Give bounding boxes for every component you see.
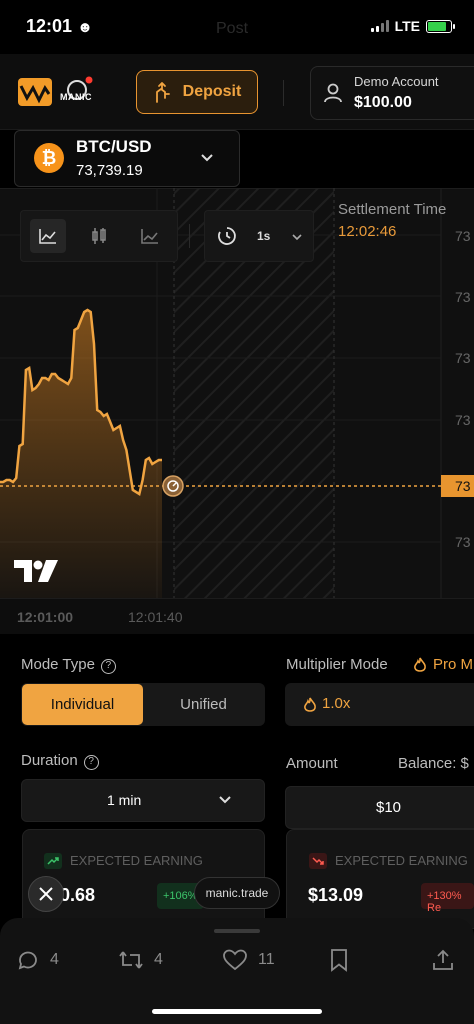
- reply-icon: [18, 951, 37, 970]
- expected-earning-label: EXPECTED EARNING: [70, 853, 203, 868]
- smiley-icon: ☻: [77, 19, 93, 36]
- trend-up-icon: [44, 853, 62, 869]
- price-tick: 73: [455, 228, 471, 244]
- flame-icon: [304, 697, 316, 712]
- duration-label: Duration?: [21, 752, 99, 770]
- status-indicators: LTE: [370, 18, 455, 34]
- header-divider: [283, 80, 284, 106]
- trend-down-icon: [309, 853, 327, 869]
- time-tick: 12:01:00: [17, 609, 74, 625]
- help-icon[interactable]: ?: [100, 659, 116, 674]
- bookmark-action[interactable]: [328, 948, 350, 972]
- reply-count: 4: [50, 951, 59, 968]
- brand-name: MANIC: [60, 92, 92, 102]
- pro-mode-label[interactable]: Pro M: [433, 656, 473, 673]
- amount-label: Amount: [286, 755, 338, 772]
- duration-value: 1 min: [107, 792, 142, 808]
- repost-icon: [119, 951, 143, 969]
- repost-count: 4: [154, 951, 163, 968]
- domain-pill[interactable]: manic.trade: [194, 877, 280, 909]
- wave-logo-icon[interactable]: [18, 78, 52, 106]
- price-tick: 73: [455, 534, 471, 550]
- mode-unified-button[interactable]: Unified: [143, 684, 264, 725]
- bookmark-icon: [331, 949, 347, 972]
- candlestick-icon[interactable]: [90, 227, 108, 245]
- mode-individual-button[interactable]: Individual: [22, 684, 143, 725]
- multiplier-mode-label: Multiplier Mode: [286, 656, 388, 673]
- post-ghost-label: Post: [216, 20, 249, 37]
- pair-price: 73,739.19: [76, 162, 143, 179]
- expected-earning-card-down: [286, 829, 474, 929]
- price-tick: 73: [455, 350, 471, 366]
- toolbar-separator: [189, 224, 190, 248]
- line-chart-icon[interactable]: [141, 228, 159, 244]
- area-chart-icon[interactable]: [39, 228, 57, 244]
- battery-icon: [426, 19, 455, 33]
- settlement-time: 12:02:46: [338, 223, 397, 240]
- close-button[interactable]: [28, 876, 64, 912]
- chevron-down-icon[interactable]: [199, 150, 215, 166]
- status-time: 12:01 ☻: [26, 16, 93, 36]
- pair-name: BTC/USD: [76, 137, 152, 156]
- bitcoin-icon: ₿: [34, 143, 64, 173]
- price-area: [0, 310, 162, 598]
- share-action[interactable]: [431, 948, 455, 972]
- home-indicator[interactable]: [152, 1009, 322, 1014]
- close-icon: [39, 887, 53, 901]
- deposit-button[interactable]: Deposit: [136, 70, 258, 114]
- signal-icon: [370, 20, 389, 32]
- expected-earning-label: EXPECTED EARNING: [335, 853, 468, 868]
- timer-icon: [218, 227, 236, 245]
- multiplier-value: 1.0x: [322, 695, 351, 712]
- help-icon[interactable]: ?: [83, 755, 99, 770]
- like-action[interactable]: 11: [222, 948, 275, 972]
- account-label: Demo Account: [354, 74, 439, 89]
- interval-value: 1s: [257, 229, 271, 243]
- time-tick: 12:01:40: [128, 609, 183, 625]
- price-tick: 73: [455, 412, 471, 428]
- settlement-label: Settlement Time: [338, 201, 447, 218]
- deposit-label: Deposit: [182, 83, 242, 100]
- flame-icon: [414, 657, 426, 672]
- price-tick: 73: [455, 289, 471, 305]
- tradingview-logo-icon[interactable]: [12, 558, 60, 584]
- heart-icon: [223, 949, 247, 971]
- sheet-grabber[interactable]: [214, 929, 260, 933]
- share-icon: [433, 949, 453, 970]
- network-label: LTE: [394, 18, 420, 34]
- like-count: 11: [258, 951, 275, 968]
- account-balance: $100.00: [354, 94, 412, 111]
- chevron-down-icon: [292, 234, 302, 241]
- repost-action[interactable]: 4: [118, 948, 163, 972]
- mode-type-label: Mode Type?: [21, 656, 116, 674]
- earning-percent-badge: +130% Re: [421, 883, 474, 914]
- current-price-tag: 73: [441, 475, 474, 497]
- amount-value: $10: [376, 799, 402, 816]
- expected-earning-value: 0.68: [60, 885, 96, 905]
- balance-label: Balance: $: [398, 755, 469, 772]
- deposit-hand-icon: [155, 82, 170, 103]
- expected-earning-value: $13.09: [308, 885, 364, 905]
- user-icon: [324, 83, 342, 103]
- current-price-marker: [162, 475, 184, 497]
- chevron-down-icon: [219, 796, 231, 804]
- reply-action[interactable]: 4: [16, 948, 59, 972]
